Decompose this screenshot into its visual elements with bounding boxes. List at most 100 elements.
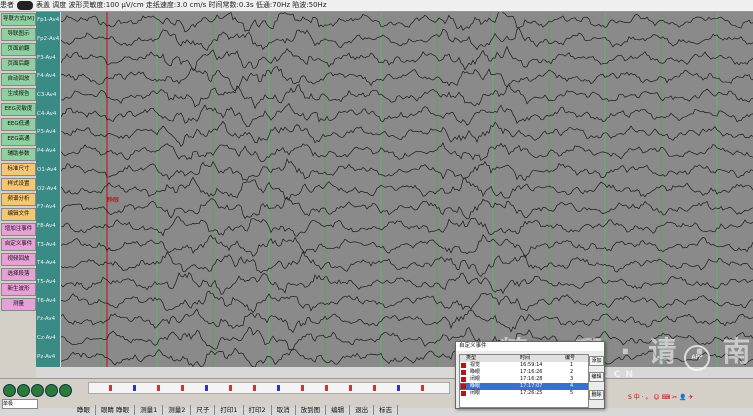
channel-label: F4-Av4 <box>37 73 56 80</box>
event-time: 17:17:07 <box>520 383 543 389</box>
timeline-event-mark <box>325 385 328 391</box>
play-icon[interactable] <box>3 384 16 397</box>
side-button-7[interactable]: EEG低通 <box>1 118 36 131</box>
header-time: 时间 <box>520 355 531 361</box>
timeline-scrollbar[interactable] <box>88 382 450 394</box>
event-marker-label: 睁眼 <box>107 197 120 204</box>
event-color-swatch <box>461 363 466 368</box>
custom-event-dialog: 自定义事件 类型 时间 编号 视觉 16:59:14 1 睁眼 17:16:26 2 闭眼 1… <box>455 341 605 409</box>
side-button-14[interactable]: 增加注事件 <box>1 223 36 236</box>
rewind-icon[interactable] <box>17 384 30 397</box>
eeg-trace <box>61 45 753 71</box>
side-button-18[interactable]: 新生波形 <box>1 283 36 296</box>
eeg-trace <box>61 250 753 277</box>
eeg-trace <box>61 120 753 148</box>
event-type: 视觉 <box>470 362 481 368</box>
side-button-10[interactable]: 标准尺寸 <box>1 163 36 176</box>
side-button-17[interactable]: 选择段落 <box>1 268 36 281</box>
channel-label: Pz-Av4 <box>37 353 56 360</box>
channel-label: Fp2-Av4 <box>37 36 60 43</box>
timeline-event-mark <box>421 385 424 391</box>
side-button-12[interactable]: 频谱分析 <box>1 193 36 206</box>
event-color-swatch <box>461 377 466 382</box>
side-button-8[interactable]: EEG高通 <box>1 133 36 146</box>
eeg-trace <box>61 196 753 220</box>
timeline-event-mark <box>205 385 208 391</box>
event-time: 17:16:28 <box>520 376 543 382</box>
event-time: 17:16:26 <box>520 369 543 375</box>
side-button-13[interactable]: 编辑文件 <box>1 208 36 221</box>
eeg-waveforms <box>61 12 753 367</box>
pause-icon[interactable] <box>59 384 72 397</box>
event-row[interactable]: 闭眼 17:26:25 5 <box>460 390 588 397</box>
timeline-event-mark <box>181 385 184 391</box>
timeline-event-mark <box>397 385 400 391</box>
timeline-event-mark <box>253 385 256 391</box>
event-type: 闭眼 <box>470 376 481 382</box>
channel-label: P4-Av4 <box>37 148 56 155</box>
channel-label-column: Fp1-Av4 Fp2-Av4 F3-Av4 F4-Av4 C3-Av4 C4-Av4 P3… <box>36 12 60 367</box>
event-num: 1 <box>570 362 574 368</box>
system-tray: S 中 · 。 ☺ ⌨ ✂ 👤 ✈ <box>628 394 694 401</box>
side-button-2[interactable]: 页面前翻 <box>1 43 36 56</box>
stop-icon[interactable] <box>45 384 58 397</box>
forward-icon[interactable] <box>31 384 44 397</box>
eeg-trace <box>61 234 753 258</box>
event-row[interactable]: 睁眼 17:16:26 2 <box>460 369 588 376</box>
event-color-swatch <box>461 391 466 396</box>
montage-select[interactable]: 单极 <box>2 399 38 409</box>
side-button-6[interactable]: EEG灵敏度 <box>1 103 36 116</box>
dialog-title: 自定义事件 <box>456 342 604 351</box>
timeline-event-mark <box>277 385 280 391</box>
eeg-trace-area[interactable]: 睁眼 <box>61 12 753 367</box>
event-num: 2 <box>570 369 574 375</box>
side-button-3[interactable]: 页面后翻 <box>1 58 36 71</box>
event-color-swatch <box>461 370 466 375</box>
channel-label: T4-Av4 <box>37 260 56 267</box>
side-button-0[interactable]: 导联方式[M] <box>1 13 36 26</box>
header-type: 类型 <box>466 355 477 361</box>
event-row[interactable]: 视觉 16:59:14 1 <box>460 362 588 369</box>
side-button-16[interactable]: 视频回放 <box>1 253 36 266</box>
dialog-delete-button[interactable]: 删除 <box>589 390 604 400</box>
side-button-4[interactable]: 自动回放 <box>1 73 36 86</box>
channel-label: T3-Av4 <box>37 241 56 248</box>
eeg-trace <box>61 83 753 110</box>
side-button-1[interactable]: 导联图示 <box>1 28 36 41</box>
event-table: 类型 时间 编号 视觉 16:59:14 1 睁眼 17:16:26 2 闭眼 17:16:2… <box>459 354 589 408</box>
eeg-trace <box>61 103 753 128</box>
app-badge: APP <box>684 345 710 371</box>
event-row[interactable]: 睁眼 17:17:07 4 <box>460 383 588 390</box>
dialog-edit-button[interactable]: 编辑 <box>589 372 604 382</box>
eeg-trace <box>61 290 753 314</box>
window-title-bar: 患者 表盖 调度 波形灵敏度:100 μV/cm 走纸速度:3.0 cm/s 时间… <box>0 0 753 12</box>
event-row[interactable]: 闭眼 17:16:28 3 <box>460 376 588 383</box>
side-button-19[interactable]: 测量 <box>1 298 36 311</box>
redaction-blob <box>17 0 33 10</box>
channel-label: F8-Av4 <box>37 222 56 229</box>
event-num: 4 <box>570 383 574 389</box>
timeline-event-mark <box>229 385 232 391</box>
side-button-11[interactable]: 样式设置 <box>1 178 36 191</box>
eeg-trace <box>61 216 753 237</box>
timeline-event-mark <box>133 385 136 391</box>
title-prefix: 患者 <box>0 1 14 9</box>
channel-label: C3-Av4 <box>37 92 57 99</box>
side-button-9[interactable]: 辅助参数 <box>1 148 36 161</box>
timeline-event-mark <box>157 385 160 391</box>
channel-label: F7-Av4 <box>37 204 56 211</box>
side-button-5[interactable]: 生成报告 <box>1 88 36 101</box>
channel-label: O2-Av4 <box>37 185 57 192</box>
channel-label: C4-Av4 <box>37 110 57 117</box>
eeg-trace <box>61 158 753 182</box>
channel-label: O1-Av4 <box>37 166 57 173</box>
title-info: 表盖 调度 波形灵敏度:100 μV/cm 走纸速度:3.0 cm/s 时间常数… <box>36 1 327 9</box>
eeg-trace <box>61 12 753 33</box>
channel-label: F3-Av4 <box>37 54 56 61</box>
channel-label: Cz-Av4 <box>37 334 56 341</box>
dialog-add-button[interactable]: 添加 <box>589 356 604 366</box>
side-button-15[interactable]: 自定义事件 <box>1 238 36 251</box>
channel-label: Fz-Av4 <box>37 316 56 323</box>
timeline-event-mark <box>301 385 304 391</box>
header-num: 编号 <box>565 355 576 361</box>
